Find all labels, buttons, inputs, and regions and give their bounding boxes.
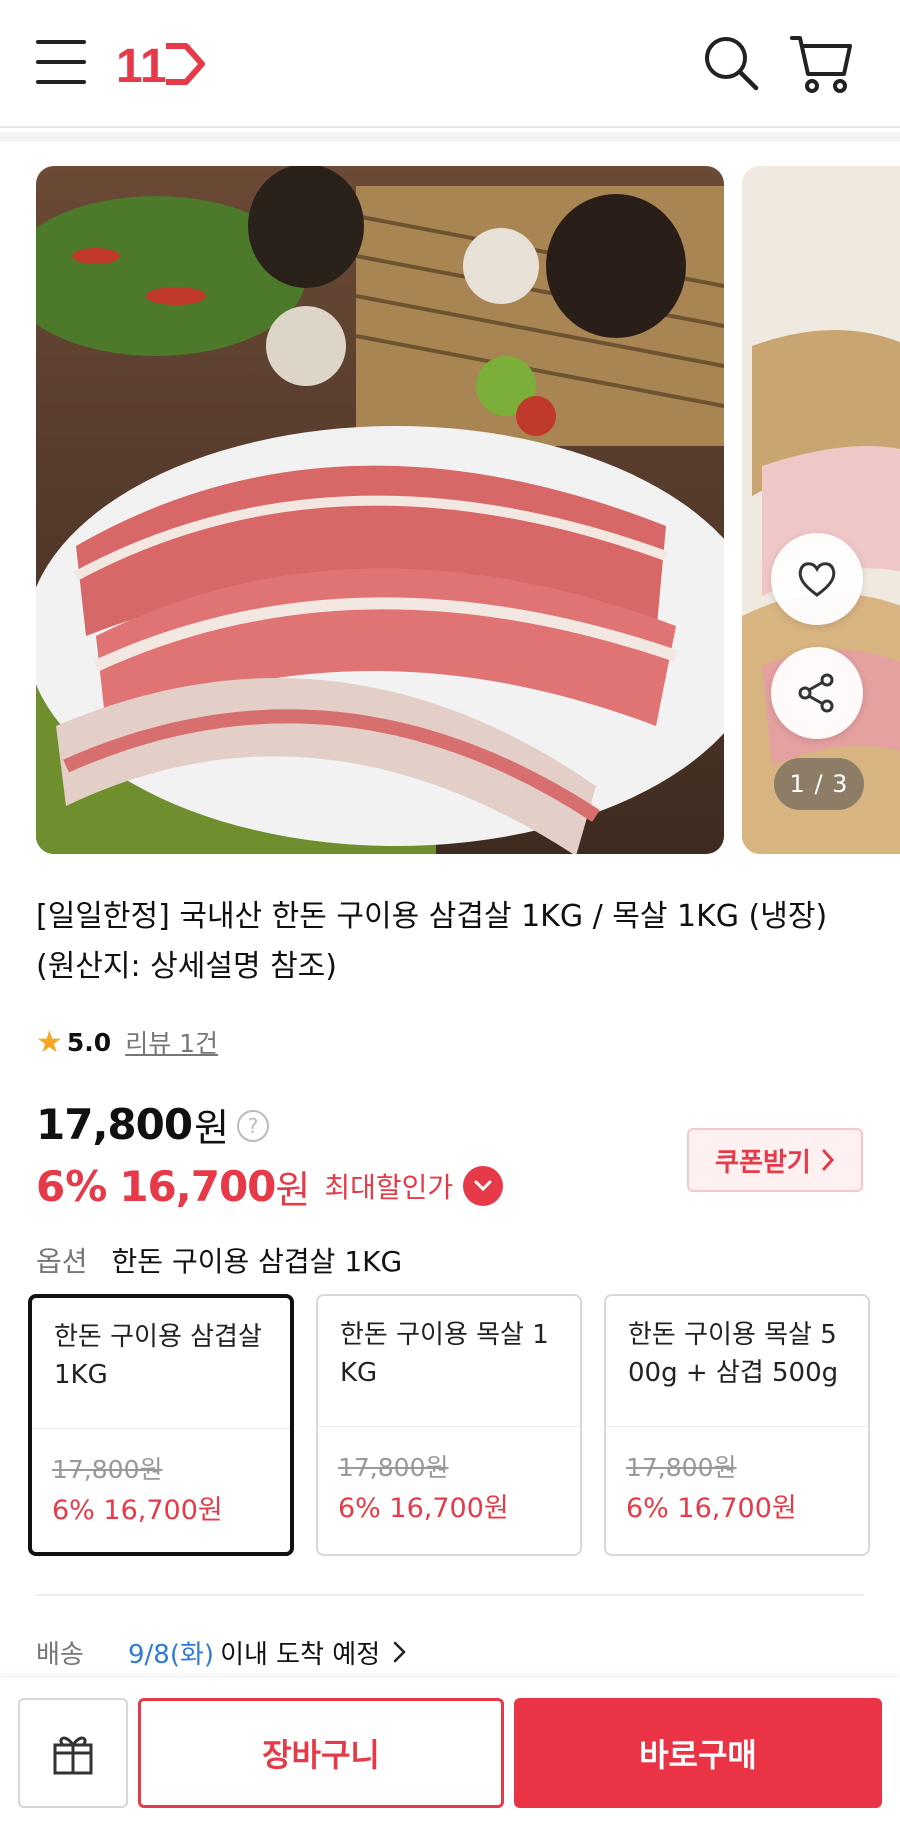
original-price-amount: 17,800 (36, 1099, 193, 1149)
gift-button[interactable] (18, 1698, 128, 1808)
cart-icon[interactable] (788, 30, 854, 96)
svg-text:11: 11 (116, 40, 167, 92)
product-image[interactable] (36, 166, 724, 854)
option-name: 한돈 구이용 삼겹살 1KG (54, 1322, 262, 1390)
gift-icon (53, 1736, 93, 1775)
shipping-row[interactable]: 배송 9/8(화) 이내 도착 예정 (36, 1630, 412, 1674)
chevron-right-icon (393, 1641, 406, 1663)
original-price-unit: 원 (194, 1105, 230, 1150)
option-divider (318, 1426, 580, 1427)
bottom-action-bar: 장바구니 바로구매 (0, 1678, 900, 1827)
buy-now-button[interactable]: 바로구매 (514, 1698, 882, 1808)
coupon-button-label: 쿠폰받기 (715, 1147, 811, 1178)
chevron-down-icon[interactable] (463, 1166, 504, 1206)
coupon-button[interactable]: 쿠폰받기 (687, 1128, 863, 1192)
option-original-price: 17,800원 (626, 1453, 737, 1482)
option-label: 옵션 (36, 1245, 88, 1278)
product-title: [일일한정] 국내산 한돈 구이용 삼겹살 1KG / 목살 1KG (냉장) … (36, 899, 828, 984)
product-image-next[interactable] (742, 166, 900, 854)
option-sale-price: 6% 16,700원 (338, 1493, 509, 1524)
menu-icon[interactable] (36, 40, 86, 88)
shipping-date: 9/8(화) (128, 1639, 215, 1670)
chevron-right-icon (822, 1149, 834, 1171)
shipping-text: 이내 도착 예정 (220, 1639, 381, 1670)
option-sale-price: 6% 16,700원 (626, 1493, 797, 1524)
sale-price: 6% 16,700 원 최대할인가 (36, 1158, 504, 1214)
option-original-price: 17,800원 (338, 1453, 449, 1482)
option-divider (606, 1426, 868, 1427)
heart-icon (798, 562, 836, 597)
section-divider (36, 1594, 864, 1596)
share-button[interactable] (771, 647, 863, 739)
original-price: 17,800 원 ? (36, 1096, 270, 1152)
option-name: 한돈 구이용 목살 1KG (340, 1320, 549, 1388)
max-discount-label: 최대할인가 (324, 1171, 454, 1204)
option-card[interactable]: 한돈 구이용 목살 500g + 삼겹 500g 17,800원 6% 16,7… (604, 1294, 870, 1556)
option-name: 한돈 구이용 목살 500g + 삼겹 500g (628, 1320, 839, 1388)
review-link[interactable]: 리뷰 1건 (125, 1024, 218, 1060)
option-label-row: 옵션 한돈 구이용 삼겹살 1KG (36, 1240, 402, 1280)
brand-logo[interactable]: 11 (116, 36, 206, 93)
search-icon[interactable] (700, 32, 762, 94)
option-original-price: 17,800원 (52, 1455, 163, 1484)
add-to-cart-button[interactable]: 장바구니 (138, 1698, 504, 1808)
option-divider (32, 1428, 290, 1429)
product-image-carousel[interactable] (0, 166, 900, 854)
discount-percent: 6% (36, 1161, 108, 1211)
rating-score: 5.0 (66, 1027, 112, 1057)
header-divider (0, 132, 900, 142)
shipping-label: 배송 (36, 1639, 84, 1670)
star-icon: ★ (36, 1024, 63, 1060)
selected-option: 한돈 구이용 삼겹살 1KG (111, 1245, 403, 1278)
option-card[interactable]: 한돈 구이용 삼겹살 1KG 17,800원 6% 16,700원 (28, 1294, 294, 1556)
help-icon[interactable]: ? (237, 1110, 270, 1142)
wishlist-button[interactable] (771, 533, 863, 625)
top-header: 11 (0, 0, 900, 128)
option-sale-price: 6% 16,700원 (52, 1495, 223, 1526)
image-counter: 1 / 3 (774, 758, 864, 810)
share-icon (798, 673, 834, 713)
sale-price-amount: 16,700 (119, 1161, 276, 1211)
rating-row: ★ 5.0 리뷰 1건 (36, 1022, 218, 1062)
sale-price-unit: 원 (275, 1167, 311, 1212)
option-card[interactable]: 한돈 구이용 목살 1KG 17,800원 6% 16,700원 (316, 1294, 582, 1556)
